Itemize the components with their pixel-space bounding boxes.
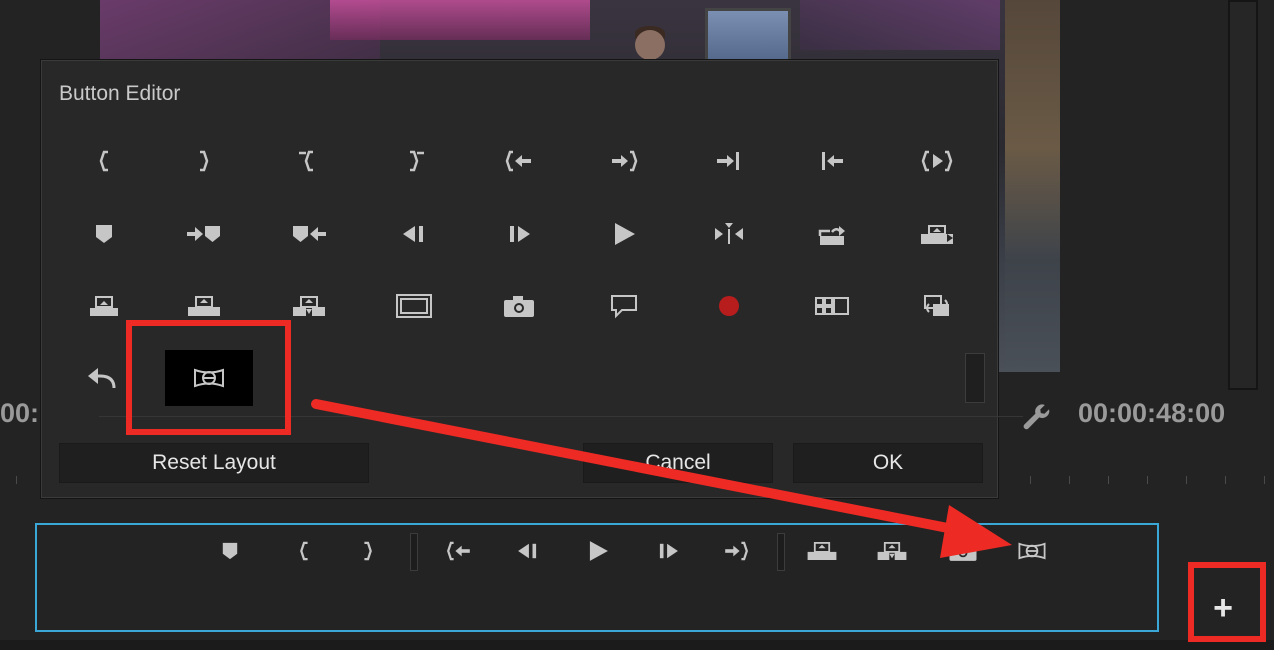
toolbar-separator <box>777 533 785 571</box>
ok-button[interactable]: OK <box>793 443 983 483</box>
toolbar-overwrite-button[interactable] <box>870 533 914 569</box>
step-forward-icon <box>510 226 530 242</box>
highlight-box-plus <box>1188 562 1266 642</box>
safe-margins-icon <box>396 294 432 318</box>
play-in-to-out-icon <box>921 150 953 172</box>
dialog-title: Button Editor <box>59 82 181 105</box>
go-to-in-icon <box>447 541 470 561</box>
mark-out-icon <box>200 150 209 172</box>
clear-in-button[interactable] <box>264 133 354 189</box>
multi-camera-icon <box>815 297 849 315</box>
trim-icon <box>715 223 743 244</box>
toolbar-go-to-out-button[interactable] <box>714 533 758 569</box>
export-frame-icon <box>949 542 977 561</box>
safe-margins-button[interactable] <box>369 278 459 334</box>
toolbar-vr-toggle-button[interactable] <box>1010 533 1054 569</box>
toolbar-play-button[interactable] <box>576 533 620 569</box>
toolbar-step-forward-button[interactable] <box>646 533 690 569</box>
toolbar-step-back-button[interactable] <box>506 533 550 569</box>
toolbar-go-to-in-button[interactable] <box>437 533 481 569</box>
duration-timecode: 00:00:48:00 <box>1078 398 1226 428</box>
play-icon <box>615 223 635 245</box>
playhead-timecode: 00: <box>0 398 40 428</box>
record-icon <box>719 296 739 316</box>
mark-in-button[interactable] <box>59 133 149 189</box>
step-back-icon <box>403 226 423 242</box>
swap-icon <box>924 295 949 316</box>
lift-icon <box>921 225 953 244</box>
highlight-box-selected <box>126 320 291 435</box>
toolbar-insert-button[interactable] <box>800 533 844 569</box>
play-button[interactable] <box>579 206 669 262</box>
clear-in-icon <box>299 150 313 172</box>
empty-slot <box>965 353 985 403</box>
overwrite-icon <box>877 542 907 560</box>
go-to-next-marker-icon <box>187 226 220 242</box>
bottom-strip <box>0 640 1274 650</box>
extract-icon <box>90 296 118 316</box>
step-back-button[interactable] <box>369 206 459 262</box>
toolbar-separator <box>410 533 418 571</box>
toolbar-mark-out-button[interactable] <box>346 533 390 569</box>
reset-layout-button[interactable]: Reset Layout <box>59 443 369 483</box>
export-frame-lift-icon <box>818 226 845 245</box>
step-forward-icon <box>659 543 678 559</box>
go-to-prev-marker-icon <box>293 226 326 242</box>
play-in-to-out-button[interactable] <box>892 133 982 189</box>
comment-button[interactable] <box>579 278 669 334</box>
go-to-next-marker-button[interactable] <box>159 206 249 262</box>
go-to-in-icon <box>505 150 531 172</box>
multi-camera-button[interactable] <box>787 278 877 334</box>
go-to-out-icon <box>612 150 638 172</box>
toolbar-add-marker-button[interactable] <box>208 533 252 569</box>
toolbar-mark-in-button[interactable] <box>282 533 326 569</box>
play-icon <box>589 541 608 561</box>
mark-in-icon <box>99 150 108 172</box>
go-to-in-button[interactable] <box>474 133 564 189</box>
mark-out-button[interactable] <box>159 133 249 189</box>
step-back-icon <box>518 543 537 559</box>
step-to-start-icon <box>822 152 843 170</box>
step-to-end-button[interactable] <box>684 133 774 189</box>
wrench-icon[interactable] <box>1020 400 1054 434</box>
go-to-out-icon <box>725 541 748 561</box>
add-marker-button[interactable] <box>59 206 149 262</box>
clear-out-icon <box>410 150 424 172</box>
cancel-button[interactable]: Cancel <box>583 443 773 483</box>
swap-button[interactable] <box>892 278 982 334</box>
overwrite-icon <box>293 296 325 316</box>
mark-in-icon <box>300 541 308 561</box>
add-marker-icon <box>222 542 238 560</box>
comment-icon <box>611 295 637 319</box>
insert-icon <box>188 296 220 316</box>
mark-out-icon <box>364 541 372 561</box>
trim-button[interactable] <box>684 206 774 262</box>
toolbar-export-frame-button[interactable] <box>941 533 985 569</box>
go-to-prev-marker-button[interactable] <box>264 206 354 262</box>
add-marker-icon <box>96 225 112 243</box>
export-frame-lift-button[interactable] <box>787 206 877 262</box>
lift-button[interactable] <box>892 206 982 262</box>
vr-toggle-icon <box>1018 542 1046 560</box>
export-frame-icon <box>504 296 534 317</box>
export-frame-button[interactable] <box>474 278 564 334</box>
go-to-out-button[interactable] <box>579 133 669 189</box>
insert-icon <box>807 542 837 560</box>
step-to-start-button[interactable] <box>787 133 877 189</box>
undo-icon <box>88 368 116 389</box>
step-to-end-icon <box>717 152 739 170</box>
step-forward-button[interactable] <box>474 206 564 262</box>
vertical-scrollbar[interactable] <box>1228 0 1258 390</box>
record-button[interactable] <box>684 278 774 334</box>
clear-out-button[interactable] <box>369 133 459 189</box>
